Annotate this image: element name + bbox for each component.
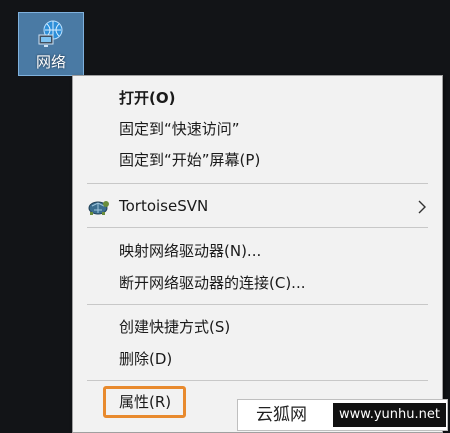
menu-item-label: 断开网络驱动器的连接(C)... <box>119 274 306 292</box>
menu-item-label: TortoiseSVN <box>119 197 209 215</box>
menu-separator <box>87 304 428 305</box>
menu-item-create-shortcut[interactable]: 创建快捷方式(S) <box>73 312 442 342</box>
context-menu: 打开(O) 固定到“快速访问” 固定到“开始”屏幕(P) TortoiseSVN… <box>72 75 443 433</box>
menu-item-label: 创建快捷方式(S) <box>119 318 231 336</box>
desktop-icon-label: 网络 <box>35 53 66 71</box>
network-icon <box>38 20 63 47</box>
menu-item-pin-quick-access[interactable]: 固定到“快速访问” <box>73 114 442 144</box>
menu-item-label: 固定到“开始”屏幕(P) <box>119 151 261 169</box>
menu-item-label: 映射网络驱动器(N)... <box>119 242 262 260</box>
menu-item-disconnect-network-drive[interactable]: 断开网络驱动器的连接(C)... <box>73 268 442 298</box>
tortoise-svn-icon <box>88 201 109 215</box>
menu-item-label: 固定到“快速访问” <box>119 120 240 138</box>
watermark-url: www.yunhu.net <box>333 403 446 427</box>
menu-item-pin-start[interactable]: 固定到“开始”屏幕(P) <box>73 145 442 175</box>
menu-item-label: 打开(O) <box>119 89 176 107</box>
desktop-icon-network[interactable]: 网络 <box>18 12 84 76</box>
properties-highlight-box <box>103 386 186 418</box>
chevron-right-icon <box>418 200 426 214</box>
menu-item-map-network-drive[interactable]: 映射网络驱动器(N)... <box>73 236 442 266</box>
menu-separator <box>87 227 428 228</box>
menu-item-open[interactable]: 打开(O) <box>73 83 442 113</box>
watermark-site-name: 云狐网 <box>256 405 307 425</box>
menu-separator <box>87 183 428 184</box>
menu-item-label: 删除(D) <box>119 350 173 368</box>
watermark: 云狐网 www.yunhu.net <box>237 399 448 431</box>
menu-item-tortoisesvn[interactable]: TortoiseSVN <box>73 191 442 221</box>
menu-separator <box>87 380 428 381</box>
menu-item-delete[interactable]: 删除(D) <box>73 344 442 374</box>
